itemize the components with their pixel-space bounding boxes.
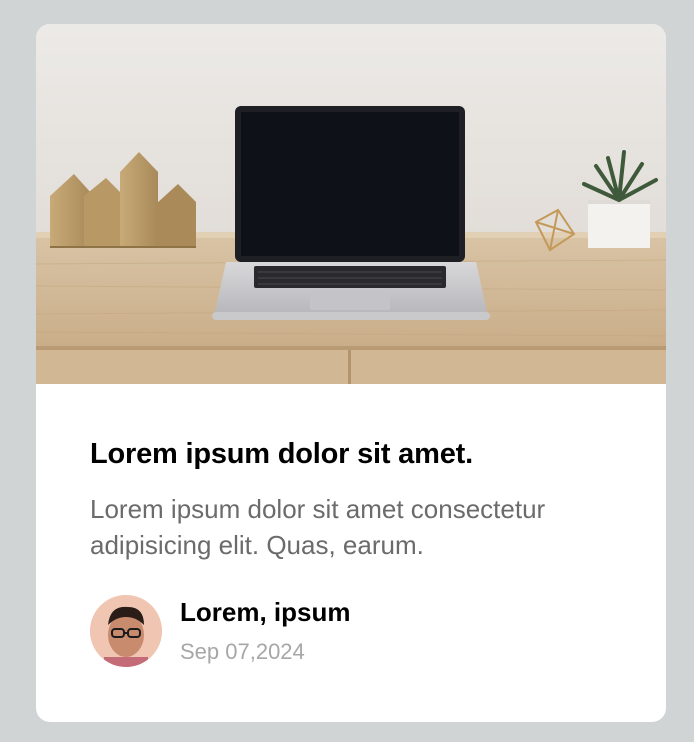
author-name[interactable]: Lorem, ipsum — [180, 597, 350, 628]
blog-card[interactable]: Lorem ipsum dolor sit amet. Lorem ipsum … — [36, 24, 666, 722]
author-info: Lorem, ipsum Sep 07,2024 — [90, 595, 590, 670]
card-description: Lorem ipsum dolor sit amet consectetur a… — [90, 494, 546, 560]
post-date: Sep 07,2024 — [180, 639, 305, 664]
card-title: Lorem ipsum dolor sit amet. — [90, 438, 473, 470]
avatar[interactable] — [90, 595, 162, 667]
laptop — [212, 106, 490, 320]
card-hero-image — [36, 24, 666, 384]
